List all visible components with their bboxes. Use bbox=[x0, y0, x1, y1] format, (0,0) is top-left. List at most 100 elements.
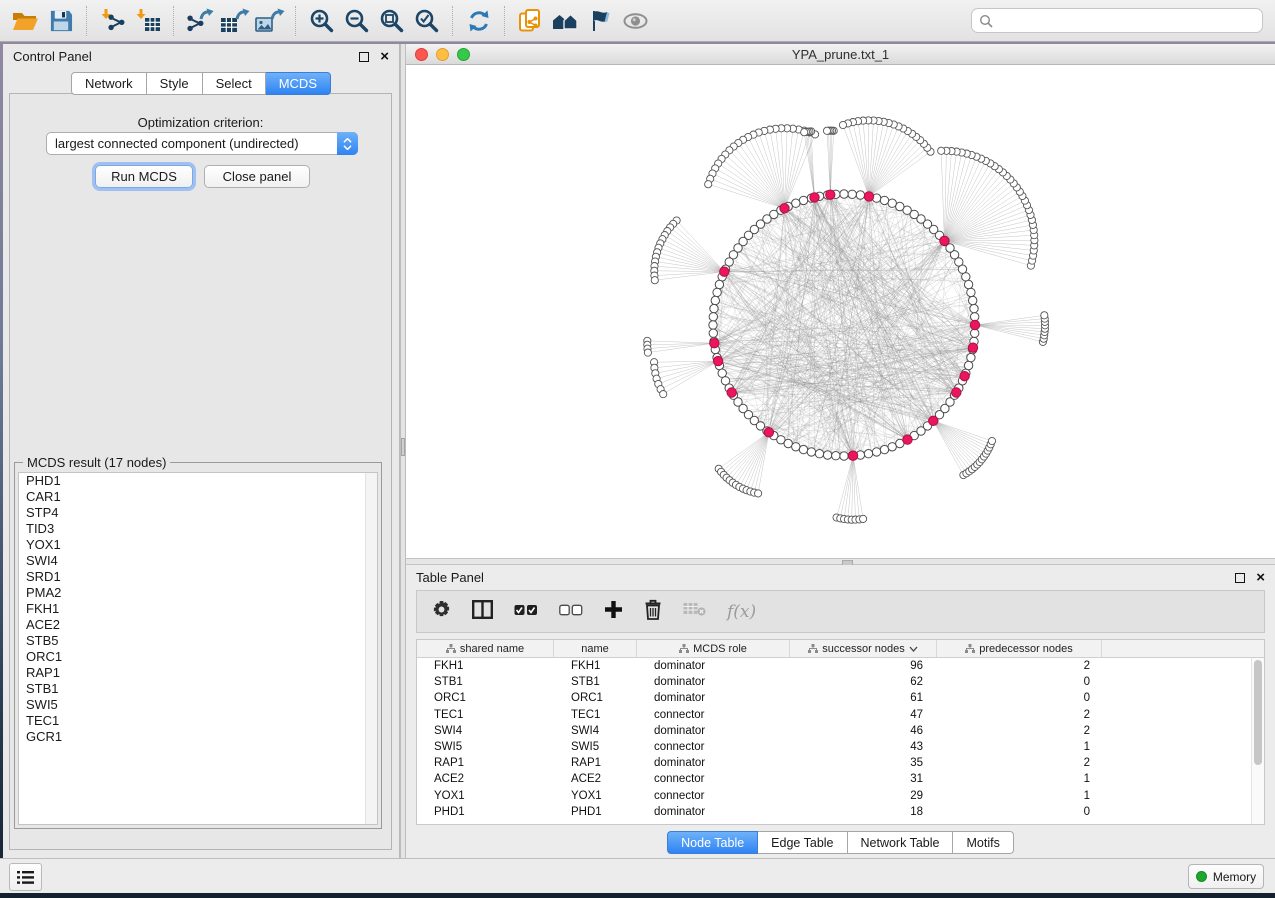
column-label: predecessor nodes bbox=[979, 643, 1073, 655]
export-table-icon[interactable] bbox=[217, 5, 252, 37]
delete-table-icon-disabled bbox=[683, 602, 706, 621]
network-view-window: YPA_prune.txt_1 bbox=[406, 44, 1275, 558]
task-history-button[interactable] bbox=[9, 863, 42, 891]
table-row-ORC1[interactable]: ORC1ORC1dominator610 bbox=[417, 690, 1264, 706]
cell-successor-nodes: 61 bbox=[790, 690, 937, 706]
open-file-icon[interactable] bbox=[8, 5, 43, 37]
mcds-result-item[interactable]: SWI4 bbox=[19, 553, 377, 569]
run-mcds-button[interactable]: Run MCDS bbox=[95, 165, 193, 188]
table-settings-gear-icon[interactable] bbox=[432, 600, 451, 624]
column-header-predecessor-nodes[interactable]: predecessor nodes bbox=[937, 640, 1102, 657]
mcds-result-item[interactable]: STB1 bbox=[19, 681, 377, 697]
tab-style[interactable]: Style bbox=[147, 72, 203, 95]
table-tab-edge-table[interactable]: Edge Table bbox=[758, 831, 847, 854]
zoom-fit-icon[interactable] bbox=[374, 5, 409, 37]
share-document-icon[interactable] bbox=[513, 5, 548, 37]
zoom-in-icon[interactable] bbox=[304, 5, 339, 37]
mcds-result-item[interactable]: TID3 bbox=[19, 521, 377, 537]
splitter-grip[interactable] bbox=[401, 438, 405, 456]
optimization-criterion-value: largest connected component (undirected) bbox=[55, 136, 299, 151]
hide-visual-icon[interactable] bbox=[583, 5, 618, 37]
mcds-result-item[interactable]: CAR1 bbox=[19, 489, 377, 505]
zoom-selected-icon[interactable] bbox=[409, 5, 444, 37]
table-row-PHD1[interactable]: PHD1PHD1dominator180 bbox=[417, 804, 1264, 820]
column-header-MCDS-role[interactable]: MCDS role bbox=[637, 640, 790, 657]
column-header-successor-nodes[interactable]: successor nodes bbox=[790, 640, 937, 657]
table-row-ACE2[interactable]: ACE2ACE2connector311 bbox=[417, 771, 1264, 787]
memory-status-icon bbox=[1196, 871, 1207, 882]
close-panel-icon[interactable]: × bbox=[380, 52, 389, 62]
window-minimize-icon[interactable] bbox=[436, 48, 449, 61]
table-row-RAP1[interactable]: RAP1RAP1dominator352 bbox=[417, 755, 1264, 771]
mcds-result-item[interactable]: STP4 bbox=[19, 505, 377, 521]
search-field[interactable] bbox=[971, 8, 1263, 33]
mcds-result-item[interactable]: YOX1 bbox=[19, 537, 377, 553]
table-row-YOX1[interactable]: YOX1YOX1connector291 bbox=[417, 788, 1264, 804]
float-panel-icon[interactable] bbox=[1235, 573, 1245, 583]
close-panel-icon[interactable]: × bbox=[1256, 573, 1265, 583]
delete-column-trash-icon[interactable] bbox=[644, 599, 662, 625]
horizontal-splitter[interactable] bbox=[406, 558, 1275, 565]
import-table-icon[interactable] bbox=[130, 5, 165, 37]
mcds-result-item[interactable]: ACE2 bbox=[19, 617, 377, 633]
tab-select[interactable]: Select bbox=[203, 72, 266, 95]
mcds-list-scrollbar[interactable] bbox=[365, 473, 377, 824]
select-all-rows-icon[interactable] bbox=[514, 603, 538, 621]
mcds-result-item[interactable]: RAP1 bbox=[19, 665, 377, 681]
cell-name: SWI4 bbox=[554, 723, 637, 739]
column-label: name bbox=[581, 643, 609, 655]
mcds-result-item[interactable]: PMA2 bbox=[19, 585, 377, 601]
optimization-criterion-dropdown[interactable]: largest connected component (undirected) bbox=[46, 132, 358, 155]
mcds-result-item[interactable]: FKH1 bbox=[19, 601, 377, 617]
window-maximize-icon[interactable] bbox=[457, 48, 470, 61]
tab-network[interactable]: Network bbox=[71, 72, 147, 95]
mcds-result-item[interactable]: ORC1 bbox=[19, 649, 377, 665]
mcds-result-item[interactable]: GCR1 bbox=[19, 729, 377, 745]
mcds-result-item[interactable]: SRD1 bbox=[19, 569, 377, 585]
sort-chevron-icon[interactable] bbox=[909, 646, 918, 652]
table-row-TEC1[interactable]: TEC1TEC1connector472 bbox=[417, 707, 1264, 723]
scrollbar-thumb[interactable] bbox=[1254, 660, 1262, 765]
status-bar: Memory bbox=[0, 858, 1275, 893]
export-image-icon[interactable] bbox=[252, 5, 287, 37]
table-tab-network-table[interactable]: Network Table bbox=[848, 831, 954, 854]
mcds-result-list[interactable]: PHD1CAR1STP4TID3YOX1SWI4SRD1PMA2FKH1ACE2… bbox=[18, 472, 378, 825]
cell-predecessor-nodes: 2 bbox=[937, 707, 1102, 723]
table-row-STB1[interactable]: STB1STB1dominator620 bbox=[417, 674, 1264, 690]
table-row-FKH1[interactable]: FKH1FKH1dominator962 bbox=[417, 658, 1264, 674]
dropdown-stepper-icon[interactable] bbox=[337, 132, 358, 155]
column-header-name[interactable]: name bbox=[554, 640, 637, 657]
table-tab-node-table[interactable]: Node Table bbox=[667, 831, 758, 854]
deselect-all-rows-icon[interactable] bbox=[559, 603, 583, 621]
control-panel-title: Control Panel bbox=[13, 49, 92, 64]
zoom-out-icon[interactable] bbox=[339, 5, 374, 37]
memory-button[interactable]: Memory bbox=[1188, 864, 1264, 889]
refresh-icon[interactable] bbox=[461, 5, 496, 37]
network-graph[interactable] bbox=[406, 65, 1275, 558]
import-network-icon[interactable] bbox=[95, 5, 130, 37]
window-close-icon[interactable] bbox=[415, 48, 428, 61]
mcds-result-item[interactable]: PHD1 bbox=[19, 473, 377, 489]
eye-icon[interactable] bbox=[618, 5, 653, 37]
mcds-result-item[interactable]: SWI5 bbox=[19, 697, 377, 713]
network-overview-icon[interactable] bbox=[548, 5, 583, 37]
create-column-icon[interactable] bbox=[604, 600, 623, 624]
search-input[interactable] bbox=[998, 13, 1255, 29]
network-titlebar[interactable]: YPA_prune.txt_1 bbox=[406, 44, 1275, 65]
network-canvas[interactable] bbox=[406, 65, 1275, 558]
tab-mcds[interactable]: MCDS bbox=[266, 72, 331, 95]
mcds-result-item[interactable]: TEC1 bbox=[19, 713, 377, 729]
column-header-shared-name[interactable]: shared name bbox=[417, 640, 554, 657]
table-row-SWI5[interactable]: SWI5SWI5connector431 bbox=[417, 739, 1264, 755]
show-column-panel-icon[interactable] bbox=[472, 600, 493, 624]
table-scrollbar[interactable] bbox=[1251, 658, 1264, 824]
mcds-result-item[interactable]: STB5 bbox=[19, 633, 377, 649]
float-panel-icon[interactable] bbox=[359, 52, 369, 62]
table-row-SWI4[interactable]: SWI4SWI4dominator462 bbox=[417, 723, 1264, 739]
save-session-icon[interactable] bbox=[43, 5, 78, 37]
table-tab-motifs[interactable]: Motifs bbox=[953, 831, 1013, 854]
column-label: successor nodes bbox=[822, 643, 905, 655]
cell-successor-nodes: 18 bbox=[790, 804, 937, 820]
close-panel-button[interactable]: Close panel bbox=[204, 165, 310, 188]
export-network-icon[interactable] bbox=[182, 5, 217, 37]
